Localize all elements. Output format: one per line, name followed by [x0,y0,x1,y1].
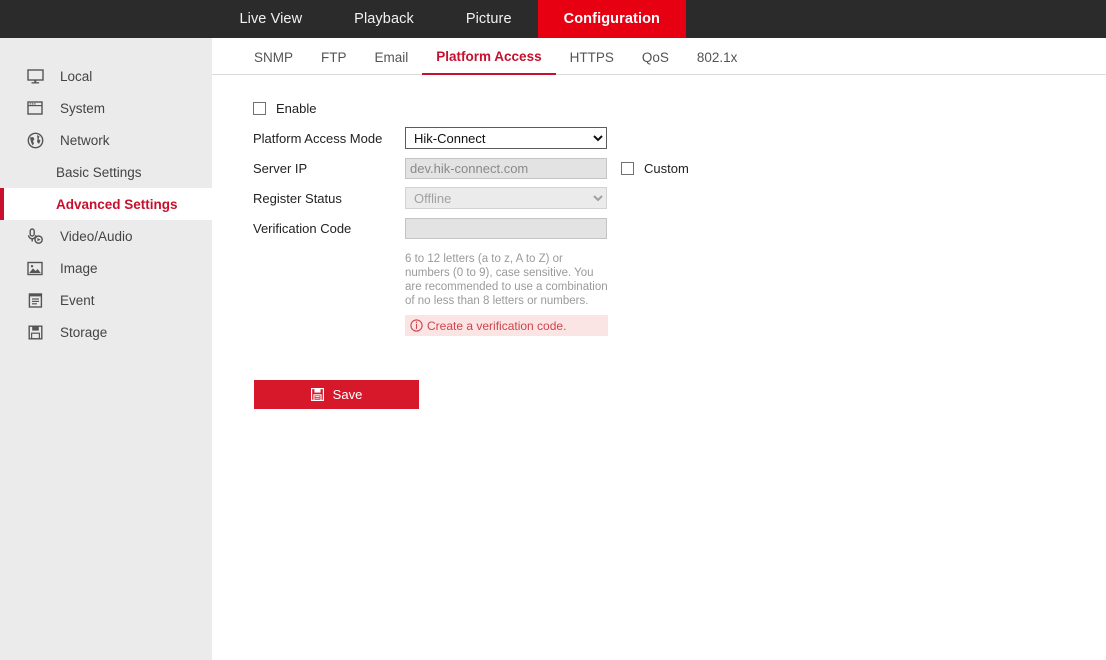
nav-tab-label: Picture [465,11,512,27]
register-status-row: Register Status Offline [253,183,1106,213]
nav-tab-picture[interactable]: Picture [440,0,538,38]
tab-802-1x[interactable]: 802.1x [683,50,752,74]
tab-https[interactable]: HTTPS [556,50,628,74]
platform-access-mode-select[interactable]: Hik-Connect [405,127,607,149]
verification-code-hint: 6 to 12 letters (a to z, A to Z) or numb… [405,253,608,307]
top-navigation-bar: Live View Playback Picture Configuration [0,0,1106,38]
custom-label: Custom [644,160,689,176]
enable-checkbox[interactable] [253,101,266,115]
audio-video-icon [22,223,48,249]
enable-label: Enable [276,100,317,116]
sidebar-item-local[interactable]: Local [0,60,212,92]
sidebar-item-label: Advanced Settings [56,196,178,212]
tab-label: HTTPS [569,50,614,65]
content-area: SNMP FTP Email Platform Access HTTPS QoS… [212,38,1106,660]
custom-checkbox[interactable] [621,161,634,175]
verification-code-row: Verification Code [253,213,1106,243]
sidebar-item-label: Image [60,260,98,276]
floppy-save-icon [310,388,324,401]
tab-label: Platform Access [436,49,542,64]
tab-snmp[interactable]: SNMP [240,50,307,74]
event-icon [22,287,48,313]
sidebar-item-event[interactable]: Event [0,284,212,316]
save-button[interactable]: Save [254,380,419,409]
server-ip-input[interactable] [405,157,607,179]
sidebar-item-advanced-settings[interactable]: Advanced Settings [0,188,212,220]
register-status-label: Register Status [253,190,342,206]
verification-code-input[interactable] [405,217,607,239]
monitor-icon [22,63,48,89]
tab-qos[interactable]: QoS [628,50,683,74]
window-icon [22,95,48,121]
nav-tab-label: Playback [354,11,414,27]
sidebar-item-network[interactable]: Network [0,124,212,156]
sidebar-item-label: Event [60,292,95,308]
sidebar-item-image[interactable]: Image [0,252,212,284]
save-button-label: Save [332,387,363,402]
enable-row: Enable [253,93,1106,123]
sidebar-item-storage[interactable]: Storage [0,316,212,348]
image-icon [22,255,48,281]
verification-code-label: Verification Code [253,220,352,236]
tab-label: 802.1x [696,50,738,65]
tab-platform-access[interactable]: Platform Access [422,49,556,75]
tab-ftp[interactable]: FTP [307,50,361,74]
sidebar-item-label: Local [60,68,93,84]
sidebar: Local System Network Basic Settings Adva… [0,38,212,660]
platform-access-form: Enable Platform Access Mode Hik-Connect … [212,75,1106,409]
tab-label: SNMP [254,50,294,65]
error-text: Create a verification code. [427,318,567,333]
verification-code-error: Create a verification code. [405,315,608,336]
nav-tab-configuration[interactable]: Configuration [537,0,686,38]
sidebar-item-label: Basic Settings [56,164,142,180]
sidebar-item-label: Storage [60,324,108,340]
tab-label: FTP [321,50,347,65]
tab-label: QoS [641,50,669,65]
sidebar-item-label: Video/Audio [60,228,133,244]
register-status-select[interactable]: Offline [405,187,607,209]
nav-tab-live-view[interactable]: Live View [213,0,328,38]
platform-access-mode-row: Platform Access Mode Hik-Connect [253,123,1106,153]
storage-icon [22,319,48,345]
tab-email[interactable]: Email [361,50,423,74]
nav-tab-label: Configuration [563,11,660,27]
sidebar-item-label: System [60,100,106,116]
tab-label: Email [374,50,409,65]
platform-access-mode-label: Platform Access Mode [253,130,383,146]
server-ip-label: Server IP [253,160,308,176]
sidebar-item-label: Network [60,132,110,148]
server-ip-row: Server IP Custom [253,153,1106,183]
sidebar-item-system[interactable]: System [0,92,212,124]
nav-tab-playback[interactable]: Playback [328,0,440,38]
sidebar-item-video-audio[interactable]: Video/Audio [0,220,212,252]
nav-tab-label: Live View [239,11,303,27]
info-circle-icon [410,319,423,332]
settings-tab-bar: SNMP FTP Email Platform Access HTTPS QoS… [212,38,1106,75]
sidebar-item-basic-settings[interactable]: Basic Settings [0,156,212,188]
globe-icon [22,127,48,153]
